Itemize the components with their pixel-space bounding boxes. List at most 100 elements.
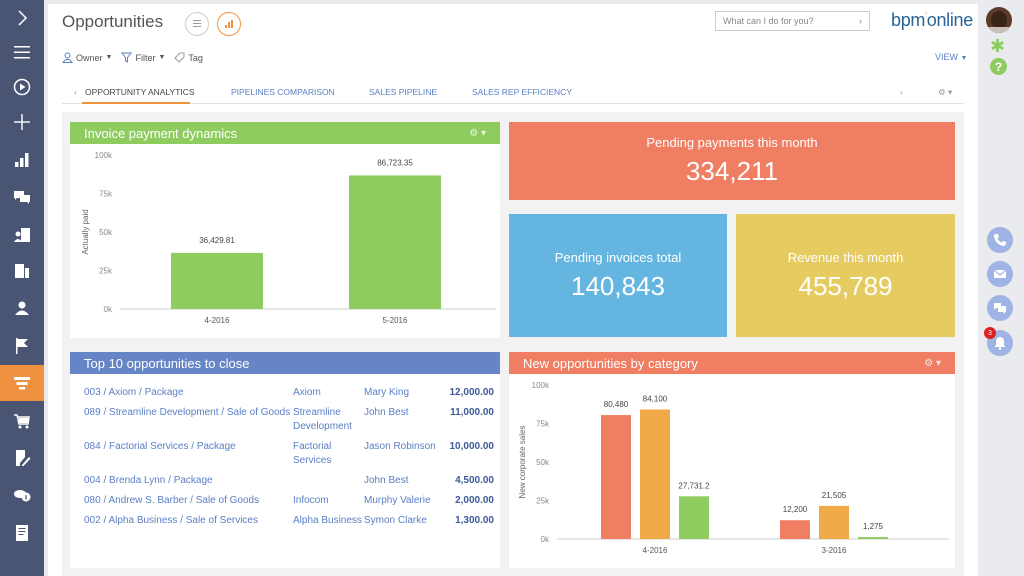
tab-sales-rep-efficiency[interactable]: SALES REP EFFICIENCY	[472, 87, 572, 97]
bar[interactable]	[171, 252, 263, 309]
account-link[interactable]: Streamline Development	[293, 406, 364, 434]
owner-link[interactable]: Mary King	[364, 386, 439, 400]
opportunity-link[interactable]: 003 / Axiom / Package	[84, 386, 293, 400]
sidebar-menu-button[interactable]	[0, 37, 44, 67]
sidebar	[0, 0, 44, 576]
bar[interactable]	[349, 175, 441, 309]
sidebar-item-documents[interactable]	[0, 518, 44, 548]
search-placeholder: What can I do for you?	[723, 16, 814, 26]
data-label: 80,480	[604, 400, 629, 409]
sidebar-item-leads[interactable]	[0, 331, 44, 361]
y-tick-label: 0k	[541, 535, 550, 544]
owner-link[interactable]: Murphy Valerie	[364, 494, 439, 508]
opportunity-link[interactable]: 084 / Factorial Services / Package	[84, 440, 293, 468]
main-content: Opportunities What can I do for you? › b…	[48, 4, 978, 576]
tab-sales-pipeline[interactable]: SALES PIPELINE	[369, 87, 437, 97]
cart-icon	[14, 414, 30, 429]
tag-button[interactable]: Tag	[174, 52, 203, 63]
data-label: 1,275	[863, 522, 884, 531]
tab-pipelines-comparison[interactable]: PIPELINES COMPARISON	[231, 87, 335, 97]
panel-settings-button[interactable]: ⚙ ▾	[469, 128, 486, 139]
document-icon	[16, 525, 28, 541]
bar[interactable]	[819, 505, 849, 539]
account-link[interactable]: Infocom	[293, 494, 364, 508]
kpi-label: Pending invoices total	[554, 249, 682, 265]
opportunity-link[interactable]: 080 / Andrew S. Barber / Sale of Goods	[84, 494, 293, 508]
opportunity-link[interactable]: 002 / Alpha Business / Sale of Services	[84, 514, 293, 528]
bar[interactable]	[640, 409, 670, 539]
panel-settings-button[interactable]: ⚙ ▾	[924, 358, 941, 369]
command-search-input[interactable]: What can I do for you? ›	[715, 11, 870, 31]
owner-link[interactable]: John Best	[364, 474, 439, 488]
coins-icon	[14, 490, 31, 502]
user-avatar[interactable]	[986, 7, 1012, 33]
sidebar-item-orders[interactable]	[0, 406, 44, 436]
sidebar-item-contacts-person[interactable]	[0, 293, 44, 323]
list-view-button[interactable]	[185, 12, 209, 36]
menu-icon	[14, 46, 30, 59]
account-link[interactable]: Axiom	[293, 386, 364, 400]
sidebar-item-accounts[interactable]	[0, 256, 44, 286]
bar[interactable]	[679, 496, 709, 539]
sidebar-item-contacts[interactable]	[0, 220, 44, 250]
bar[interactable]	[858, 537, 888, 539]
settings-gear-icon[interactable]: ✱	[990, 37, 1005, 55]
panel-title: Top 10 opportunities to close	[84, 355, 250, 371]
account-link[interactable]: Alpha Business	[293, 514, 364, 528]
sidebar-item-opportunities[interactable]	[0, 365, 44, 401]
owner-filter[interactable]: Owner ▼	[62, 52, 112, 63]
sidebar-item-invoices[interactable]	[0, 480, 44, 510]
kpi-revenue: Revenue this month 455,789	[736, 214, 955, 337]
list-item: 002 / Alpha Business / Sale of Services A…	[84, 514, 494, 528]
owner-link[interactable]: Jason Robinson	[364, 440, 439, 468]
analytics-view-button[interactable]	[217, 12, 241, 36]
opportunity-link[interactable]: 004 / Brenda Lynn / Package	[84, 474, 293, 488]
filter-dropdown[interactable]: Filter ▼	[121, 52, 165, 63]
list-icon	[193, 20, 201, 27]
y-tick-label: 75k	[536, 420, 550, 429]
kpi-label: Revenue this month	[787, 249, 904, 265]
bar[interactable]	[601, 415, 631, 539]
y-tick-label: 100k	[532, 381, 550, 390]
sidebar-item-feed[interactable]	[0, 182, 44, 212]
call-button[interactable]	[987, 227, 1013, 253]
dashboard-tabs: ‹ OPPORTUNITY ANALYTICS PIPELINES COMPAR…	[62, 82, 964, 104]
contacts-icon	[14, 228, 30, 242]
sidebar-item-add[interactable]	[0, 107, 44, 137]
opportunities-list: 003 / Axiom / Package Axiom Mary King 12,00…	[84, 386, 494, 534]
x-tick-label: 4-2016	[205, 316, 230, 325]
list-item: 089 / Streamline Development / Sale of G…	[84, 406, 494, 434]
amount-value: 4,500.00	[455, 475, 494, 486]
tabs-settings-button[interactable]: ⚙ ▾	[938, 87, 952, 98]
bar[interactable]	[780, 520, 810, 539]
caret-down-icon: ▼	[158, 54, 166, 61]
data-label: 84,100	[643, 394, 668, 403]
document-edit-icon	[16, 450, 31, 466]
opportunity-link[interactable]: 089 / Streamline Development / Sale of G…	[84, 406, 293, 434]
help-icon[interactable]: ?	[990, 58, 1007, 75]
kpi-pending-payments: Pending payments this month 334,211	[509, 122, 955, 200]
x-tick-label: 3-2016	[822, 546, 847, 555]
y-axis-label: New corporate sales	[518, 426, 527, 499]
dashboard-area: Invoice payment dynamics ⚙ ▾ 0k 25k 50k 75k…	[62, 112, 964, 576]
account-link[interactable]	[293, 474, 364, 488]
sidebar-item-processes[interactable]	[0, 72, 44, 102]
feed-icon	[14, 191, 30, 204]
view-button[interactable]: VIEW ▼	[935, 52, 967, 62]
account-link[interactable]: Factorial Services	[293, 440, 364, 468]
amount-value: 11,000.00	[450, 407, 494, 418]
sidebar-expand-button[interactable]	[0, 3, 44, 33]
tabs-scroll-left[interactable]: ‹	[74, 87, 77, 97]
caret-down-icon: ▼	[105, 54, 113, 61]
y-tick-label: 50k	[536, 458, 550, 467]
sidebar-item-dashboards[interactable]	[0, 145, 44, 175]
owner-link[interactable]: Symon Clarke	[364, 514, 439, 528]
tab-opportunity-analytics[interactable]: OPPORTUNITY ANALYTICS	[85, 87, 195, 97]
tabs-scroll-right[interactable]: ›	[900, 87, 903, 97]
owner-link[interactable]: John Best	[364, 406, 439, 434]
sidebar-item-contracts[interactable]	[0, 443, 44, 473]
list-item: 084 / Factorial Services / Package Factor…	[84, 440, 494, 468]
chart-icon	[225, 20, 233, 28]
chat-button[interactable]	[987, 295, 1013, 321]
email-button[interactable]	[987, 261, 1013, 287]
